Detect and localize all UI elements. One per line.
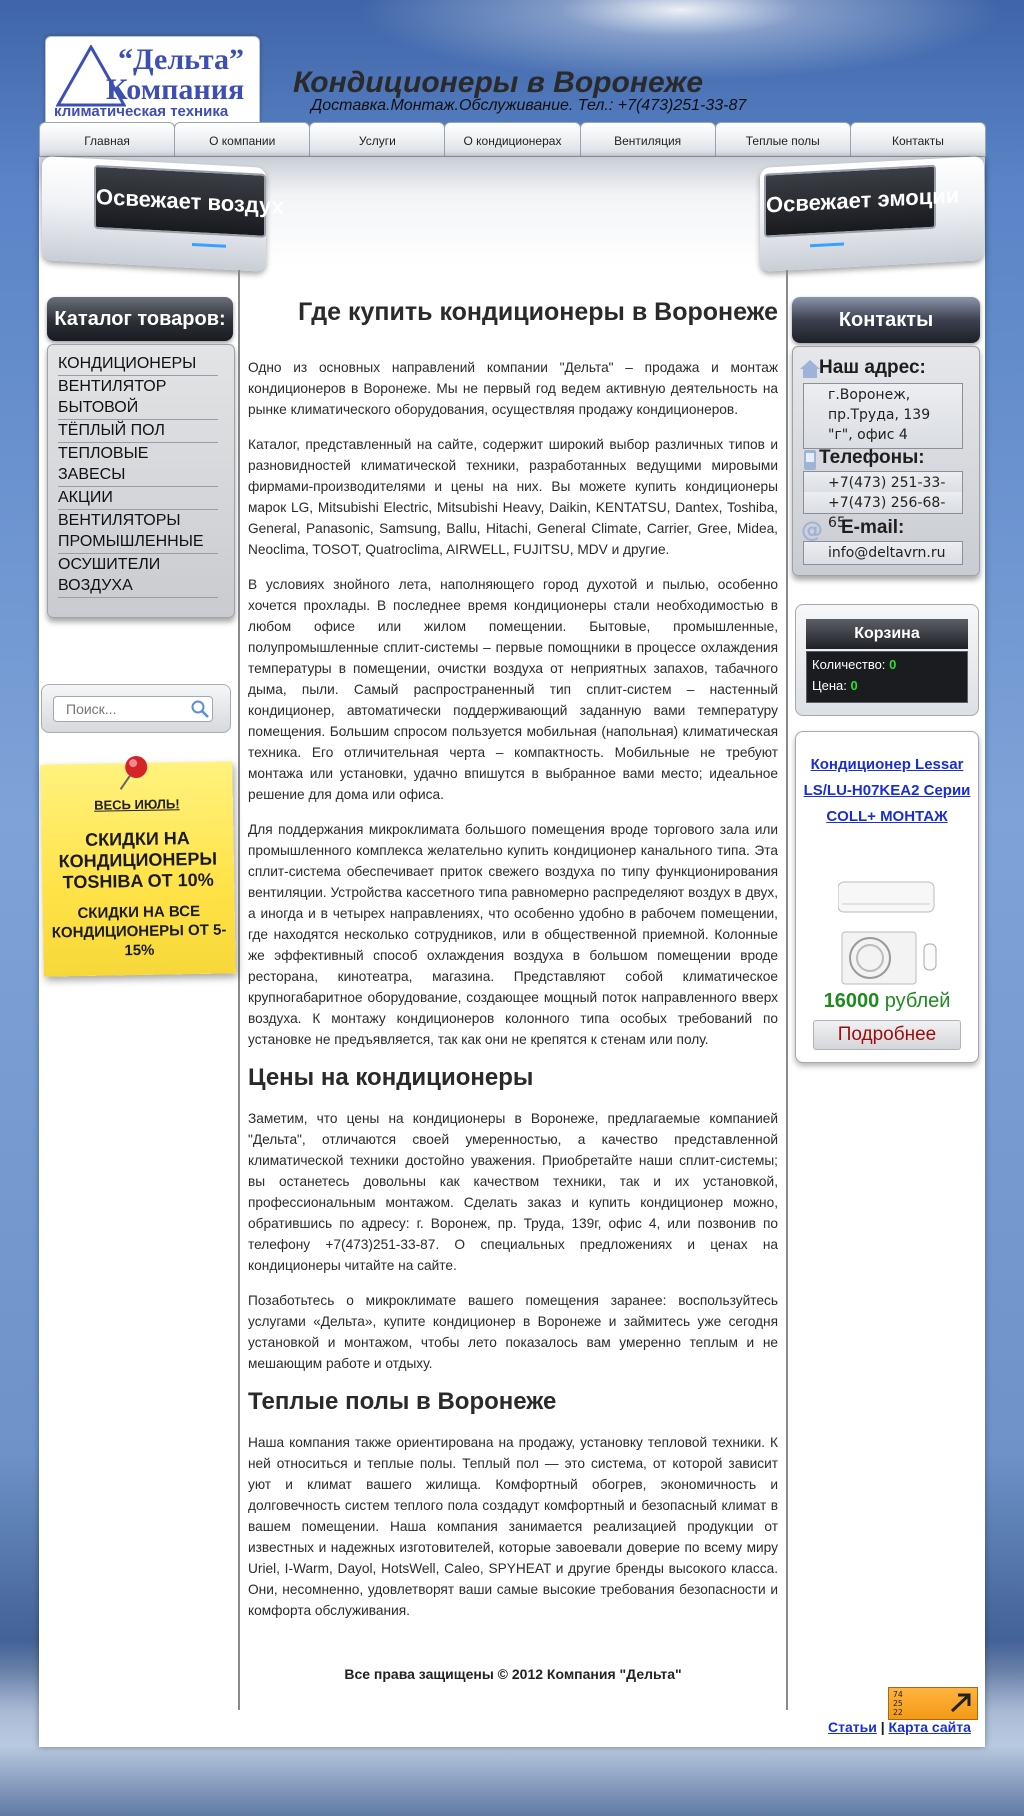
cart-qty-label: Количество:	[812, 657, 886, 672]
product-price-value: 16000	[823, 990, 880, 1012]
product-price: 16000 рублей	[796, 990, 978, 1013]
footer-separator: |	[880, 1719, 885, 1735]
catalog-item-fan[interactable]: ВЕНТИЛЯТОР БЫТОВОЙ	[58, 376, 218, 420]
counter-line: 74	[893, 1690, 903, 1699]
nav-contacts[interactable]: Контакты	[849, 122, 986, 157]
promo-sticky-note[interactable]: ВЕСЬ ИЮЛЬ! СКИДКИ НА КОНДИЦИОНЕРЫ TOSHIB…	[40, 756, 236, 977]
ac-unit-image-right: Освежает эмоции	[760, 156, 984, 272]
site-subtitle: Доставка.Монтаж.Обслуживание. Тел.: +7(4…	[311, 97, 747, 114]
promo-toshiba-discount: СКИДКИ НА КОНДИЦИОНЕРЫ TOSHIBA ОТ 10%	[58, 828, 218, 893]
articles-link[interactable]: Статьи	[828, 1719, 877, 1735]
address-value: г.Воронеж, пр.Труда, 139 "г", офис 4	[803, 383, 963, 449]
paragraph: В условиях знойного лета, наполняющего г…	[248, 577, 778, 802]
catalog-item-sales[interactable]: АКЦИИ	[58, 487, 218, 510]
nav-services[interactable]: Услуги	[309, 122, 446, 157]
paragraph: Наша компания также ориентирована на про…	[248, 1435, 778, 1618]
paragraph: Одно из основных направлений компании "Д…	[248, 360, 778, 417]
svg-text:@: @	[801, 518, 823, 541]
product-currency: рублей	[884, 990, 951, 1012]
at-icon: @	[801, 518, 823, 541]
product-details-button[interactable]: Подробнее	[813, 1020, 961, 1050]
search-input[interactable]	[53, 696, 213, 722]
page-title: Где купить кондиционеры в Воронеже	[298, 298, 778, 326]
logo-text-delta: “Дельта”	[118, 43, 244, 76]
banner-text-right: Освежает эмоции	[764, 164, 959, 238]
contacts-heading: Контакты	[792, 297, 980, 343]
logo[interactable]: “Дельта” Компания климатическая техника	[45, 36, 260, 126]
search-icon[interactable]	[190, 699, 210, 719]
banner-text-left: Освежает воздух	[94, 164, 284, 238]
cart-price-value: 0	[850, 678, 858, 693]
cart-summary: Количество: 0 Цена: 0	[806, 651, 968, 703]
featured-product: Кондиционер Lessar LS/LU-H07KEA2 Серии C…	[795, 731, 979, 1063]
ac-led-icon	[192, 242, 226, 248]
logo-text-company: Компания	[106, 73, 245, 106]
section-heading-prices: Цены на кондиционеры	[248, 1064, 534, 1091]
column-divider-right	[786, 270, 788, 1710]
search-box	[41, 684, 231, 733]
phones-label: Телефоны:	[819, 447, 925, 468]
arrow-icon	[950, 1693, 971, 1713]
sitemap-link[interactable]: Карта сайта	[889, 1719, 971, 1735]
main-nav: Главная О компании Услуги О кондиционера…	[39, 122, 986, 157]
ac-unit-image-left: Освежает воздух	[42, 156, 284, 272]
cart-widget[interactable]: Корзина Количество: 0 Цена: 0	[795, 604, 979, 716]
counter-digits: 74 25 22	[893, 1690, 903, 1717]
paragraph: Заметим, что цены на кондиционеры в Воро…	[248, 1111, 778, 1273]
phone-icon	[804, 450, 816, 470]
nav-home[interactable]: Главная	[39, 122, 176, 157]
nav-warm-floors[interactable]: Теплые полы	[714, 122, 851, 157]
paragraph: Для поддержания микроклимата большого по…	[248, 822, 778, 1047]
promo-all-discount: СКИДКИ НА ВСЕ КОНДИЦИОНЕРЫ ОТ 5-15%	[51, 902, 227, 960]
address-label: Наш адрес:	[819, 357, 926, 378]
paragraph: Каталог, представленный на сайте, содерж…	[248, 437, 778, 557]
product-image[interactable]	[838, 880, 938, 990]
main-content: Где купить кондиционеры в Воронеже Одно …	[248, 290, 778, 1635]
ac-led-icon	[810, 242, 844, 248]
cart-qty-value: 0	[889, 657, 897, 672]
phone-2[interactable]: +7(473) 256-68-65	[803, 492, 963, 531]
catalog-item-air-curtains[interactable]: ТЕПЛОВЫЕ ЗАВЕСЫ	[58, 443, 218, 487]
nav-ventilation[interactable]: Вентиляция	[579, 122, 716, 157]
site-title: Кондиционеры в Воронеже	[293, 66, 704, 99]
catalog-item-warm-floor[interactable]: ТЁПЛЫЙ ПОЛ	[58, 420, 218, 443]
contacts-box: Наш адрес: г.Воронеж, пр.Труда, 139 "г",…	[792, 346, 980, 576]
promo-period: ВЕСЬ ИЮЛЬ!	[94, 796, 180, 813]
catalog-item-industrial-fans[interactable]: ВЕНТИЛЯТОРЫ ПРОМЫШЛЕННЫЕ	[58, 510, 218, 554]
pushpin-icon	[119, 756, 148, 790]
catalog-heading: Каталог товаров:	[47, 297, 233, 341]
phone-1[interactable]: +7(473) 251-33-87	[803, 471, 963, 511]
nav-about[interactable]: О компании	[174, 122, 311, 157]
home-icon	[800, 360, 820, 378]
visit-counter[interactable]: 74 25 22	[888, 1687, 978, 1720]
logo-tagline: климатическая техника	[54, 103, 229, 120]
catalog-item-dehumidifiers[interactable]: ОСУШИТЕЛИ ВОЗДУХА	[58, 554, 218, 598]
email-label: E-mail:	[841, 517, 905, 538]
email-value[interactable]: info@deltavrn.ru	[803, 541, 963, 565]
catalog-item-ac[interactable]: КОНДИЦИОНЕРЫ	[58, 353, 218, 376]
footer-links: Статьи | Карта сайта	[828, 1719, 971, 1735]
section-heading-warm-floors: Теплые полы в Воронеже	[248, 1388, 557, 1415]
catalog-menu: КОНДИЦИОНЕРЫ ВЕНТИЛЯТОР БЫТОВОЙ ТЁПЛЫЙ П…	[47, 344, 235, 618]
copyright: Все права защищены © 2012 Компания "Дель…	[344, 1666, 682, 1682]
counter-line: 22	[893, 1708, 903, 1717]
paragraph: Позаботьтесь о микроклимате вашего помещ…	[248, 1293, 778, 1371]
cart-title: Корзина	[806, 619, 968, 649]
nav-about-ac[interactable]: О кондиционерах	[444, 122, 581, 157]
product-name-link[interactable]: Кондиционер Lessar LS/LU-H07KEA2 Серии C…	[802, 752, 972, 830]
counter-line: 25	[893, 1699, 903, 1708]
cart-price-label: Цена:	[812, 678, 847, 693]
column-divider-left	[238, 270, 240, 1710]
